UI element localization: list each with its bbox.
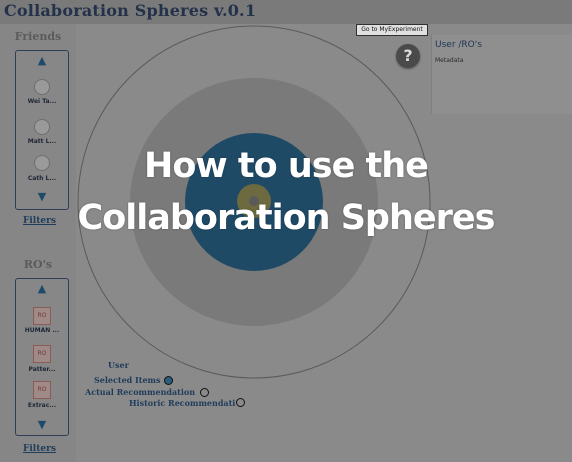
ro-label[interactable]: HUMAN ... [16,327,68,334]
ros-panel: ▲ RO HUMAN ... RO Patter... RO Extrac...… [15,278,69,436]
sidebar: Friends ▲ Wei Ta... Matt L... Cath L... … [0,24,76,462]
ros-title: RO's [23,258,53,271]
go-to-myexperiment-button[interactable]: Go to MyExperiment [356,24,428,36]
friends-panel: ▲ Wei Ta... Matt L... Cath L... ▼ [15,50,69,210]
legend-selected-dot-icon [164,376,173,385]
info-panel-title: User /RO's [435,40,482,50]
ro-label[interactable]: Patter... [16,366,68,373]
overlay-title-line2: Collaboration Spheres [77,198,496,238]
legend-selected-label: Selected Items [94,375,161,385]
legend-actual-label: Actual Recommendation [85,387,196,397]
ro-label[interactable]: Extrac... [16,402,68,409]
friends-title: Friends [14,30,62,43]
legend-actual-dot-icon [200,388,209,397]
title-bar: Collaboration Spheres v.0.1 [0,0,572,24]
legend-historic-dot-icon [236,398,245,407]
ros-filters-link[interactable]: Filters [23,444,56,454]
info-panel: User /RO's Metadata [431,35,572,114]
app-window: Collaboration Spheres v.0.1 Friends ▲ We… [0,0,572,462]
friend-label[interactable]: Wei Ta... [16,98,68,105]
scroll-up-arrow-icon[interactable]: ▲ [35,55,49,67]
research-object-icon[interactable]: RO [33,381,51,399]
research-object-icon[interactable]: RO [33,345,51,363]
friend-label[interactable]: Matt L... [16,138,68,145]
friend-avatar[interactable] [34,79,50,95]
legend-historic-label: Historic Recommendati [129,398,236,408]
help-icon[interactable]: ? [396,44,420,68]
metadata-label: Metadata [435,57,464,64]
app-title: Collaboration Spheres v.0.1 [4,1,257,20]
research-object-icon[interactable]: RO [33,307,51,325]
scroll-down-arrow-icon[interactable]: ▼ [35,419,49,431]
scroll-up-arrow-icon[interactable]: ▲ [35,283,49,295]
overlay-title-line1: How to use the [144,146,429,186]
friend-avatar[interactable] [34,119,50,135]
legend-user-label: User [108,360,129,370]
